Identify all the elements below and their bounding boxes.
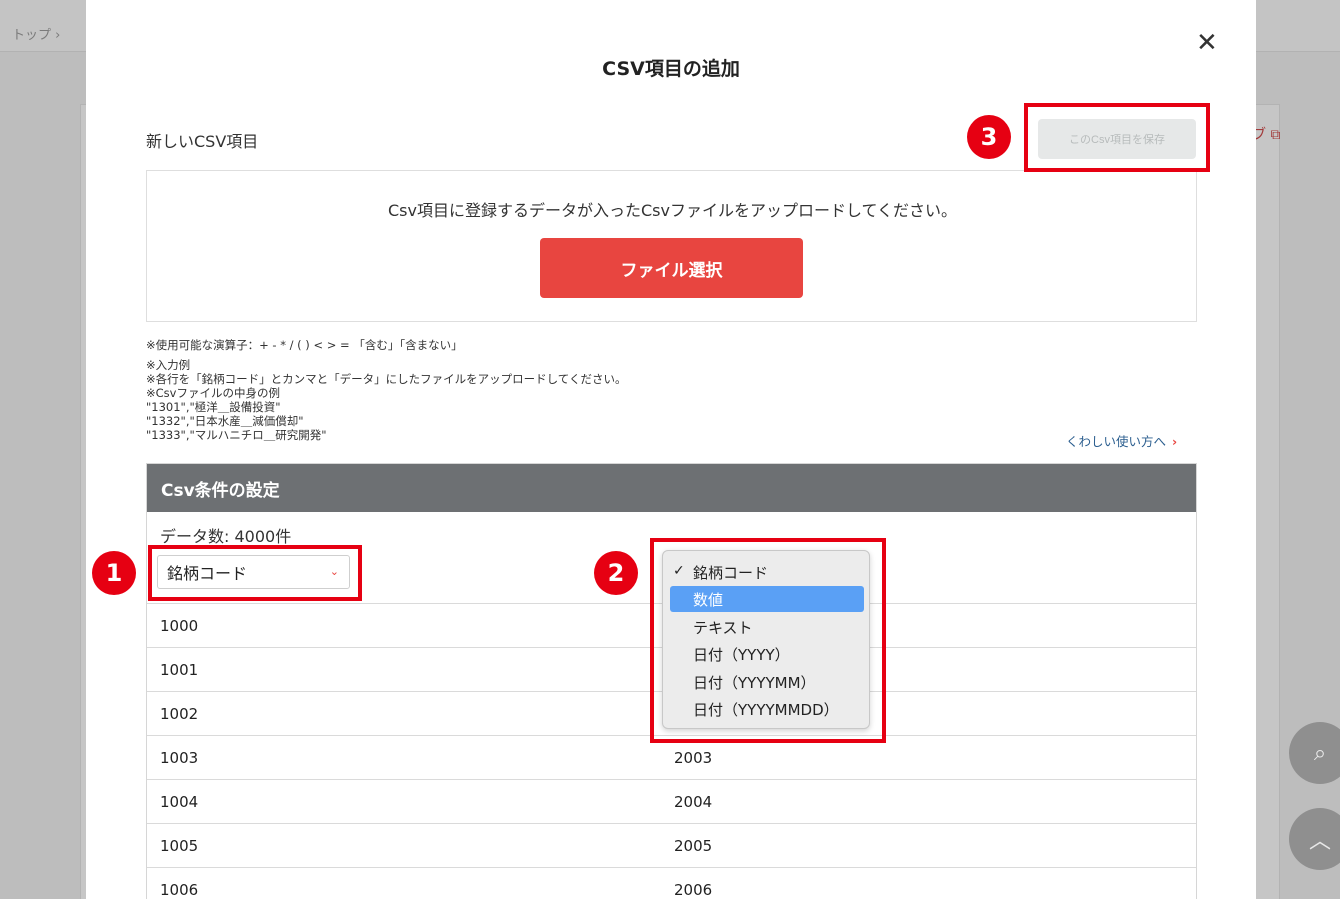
table-cell: 2004	[674, 793, 713, 811]
table-row: 1005 2005	[147, 823, 1196, 867]
usage-notes: ※使用可能な演算子：+ - * / ( ) < > = 「含む」「含まない」 ※…	[146, 338, 626, 442]
file-select-button[interactable]: ファイル選択	[540, 238, 803, 298]
operators-note: ※使用可能な演算子：+ - * / ( ) < > = 「含む」「含まない」	[146, 338, 463, 352]
background-breadcrumb: トップ ›	[12, 28, 61, 43]
search-fab-button[interactable]: ⌕	[1289, 722, 1340, 784]
chevron-right-icon: ›	[1172, 434, 1178, 449]
data-count: データ数: 4000件	[160, 527, 292, 546]
table-cell: 1005	[160, 837, 199, 855]
conditions-header: Csv条件の設定	[147, 464, 1196, 512]
upload-box: Csv項目に登録するデータが入ったCsvファイルをアップロードしてください。 フ…	[146, 170, 1197, 322]
chevron-up-icon: ︿	[1308, 829, 1331, 854]
table-cell: 2005	[674, 837, 713, 855]
table-cell: 1000	[160, 617, 199, 635]
step-badge-2: 2	[594, 551, 638, 595]
table-cell: 1003	[160, 749, 199, 767]
table-cell: 2003	[674, 749, 713, 767]
table-cell: 1002	[160, 705, 199, 723]
search-icon: ⌕	[1313, 740, 1327, 766]
highlight-box-2	[650, 538, 886, 743]
section-label: 新しいCSV項目	[146, 132, 259, 151]
input-example-heading: ※入力例	[146, 358, 191, 372]
table-cell: 1004	[160, 793, 199, 811]
example-line: "1332","日本水産＿減価償却"	[146, 414, 304, 428]
step-badge-3: 3	[967, 115, 1011, 159]
table-row: 1006 2006	[147, 867, 1196, 899]
instruction-note: ※各行を「銘柄コード」とカンマと「データ」にしたファイルをアップロードしてくださ…	[146, 372, 627, 386]
step-badge-1: 1	[92, 551, 136, 595]
example-line: "1301","極洋＿設備投資"	[146, 400, 281, 414]
scroll-top-fab-button[interactable]: ︿	[1289, 808, 1340, 870]
content-example-heading: ※Csvファイルの中身の例	[146, 386, 280, 400]
modal-title: CSV項目の追加	[602, 58, 740, 80]
example-line: "1333","マルハニチロ＿研究開発"	[146, 428, 327, 442]
highlight-box-1	[148, 545, 362, 601]
table-row: 1004 2004	[147, 779, 1196, 823]
close-icon[interactable]: ✕	[1196, 30, 1218, 56]
highlight-box-3	[1024, 103, 1210, 172]
help-link-label: くわしい使い方へ	[1066, 434, 1167, 449]
table-cell: 1001	[160, 661, 199, 679]
upload-message: Csv項目に登録するデータが入ったCsvファイルをアップロードしてください。	[388, 201, 957, 220]
table-cell: 1006	[160, 881, 199, 899]
background-external-link: ブ ⧉	[1252, 127, 1281, 143]
table-cell: 2006	[674, 881, 713, 899]
help-link[interactable]: くわしい使い方へ ›	[1066, 431, 1177, 450]
